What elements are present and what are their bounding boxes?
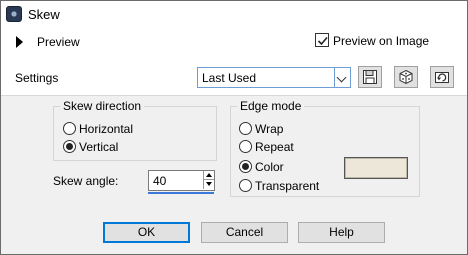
wrap-radio[interactable] bbox=[239, 122, 252, 135]
skew-direction-group: Skew direction bbox=[53, 99, 217, 161]
edge-color-swatch[interactable] bbox=[344, 157, 408, 179]
spin-down-icon[interactable] bbox=[203, 180, 214, 189]
color-radio[interactable] bbox=[239, 160, 252, 173]
skew-direction-title: Skew direction bbox=[60, 99, 145, 113]
color-label[interactable]: Color bbox=[255, 160, 284, 174]
vertical-label[interactable]: Vertical bbox=[79, 140, 118, 154]
chevron-down-icon[interactable] bbox=[334, 68, 350, 87]
app-icon bbox=[6, 6, 22, 22]
window-title: Skew bbox=[28, 7, 60, 22]
skew-angle-spinner[interactable]: 40 bbox=[148, 170, 215, 191]
repeat-radio[interactable] bbox=[239, 140, 252, 153]
spin-up-icon[interactable] bbox=[203, 171, 214, 180]
reset-icon bbox=[435, 72, 449, 83]
save-preset-button[interactable] bbox=[358, 66, 382, 88]
transparent-label[interactable]: Transparent bbox=[255, 179, 319, 193]
vertical-radio[interactable] bbox=[63, 140, 76, 153]
horizontal-radio[interactable] bbox=[63, 122, 76, 135]
reset-defaults-button[interactable] bbox=[430, 66, 454, 88]
repeat-label[interactable]: Repeat bbox=[255, 140, 294, 154]
cancel-button[interactable]: Cancel bbox=[201, 222, 288, 243]
preview-row: Preview Preview on Image bbox=[1, 28, 467, 58]
dice-icon bbox=[399, 69, 413, 85]
settings-label: Settings bbox=[15, 71, 59, 85]
preset-dropdown[interactable]: Last Used bbox=[197, 67, 351, 88]
skew-dialog: Skew Preview Preview on Image Settings L… bbox=[0, 0, 468, 255]
title-bar: Skew bbox=[1, 1, 467, 28]
horizontal-label[interactable]: Horizontal bbox=[79, 122, 133, 136]
edge-mode-title: Edge mode bbox=[237, 99, 305, 113]
randomize-button[interactable] bbox=[394, 66, 418, 88]
floppy-disk-icon bbox=[363, 70, 377, 84]
skew-angle-label: Skew angle: bbox=[53, 174, 119, 188]
preview-on-image-label[interactable]: Preview on Image bbox=[333, 34, 429, 48]
preview-on-image-checkbox[interactable] bbox=[315, 33, 329, 47]
wrap-label[interactable]: Wrap bbox=[255, 122, 283, 136]
checkmark-icon bbox=[317, 36, 328, 46]
ok-button[interactable]: OK bbox=[103, 222, 190, 243]
expand-preview-icon[interactable] bbox=[16, 36, 23, 48]
preset-value: Last Used bbox=[202, 71, 257, 85]
settings-row: Settings Last Used bbox=[1, 58, 467, 96]
transparent-radio[interactable] bbox=[239, 179, 252, 192]
skew-angle-value[interactable]: 40 bbox=[153, 174, 166, 188]
help-button[interactable]: Help bbox=[298, 222, 385, 243]
preview-toggle-label[interactable]: Preview bbox=[37, 35, 80, 49]
skew-angle-slider-bar[interactable] bbox=[148, 192, 214, 194]
